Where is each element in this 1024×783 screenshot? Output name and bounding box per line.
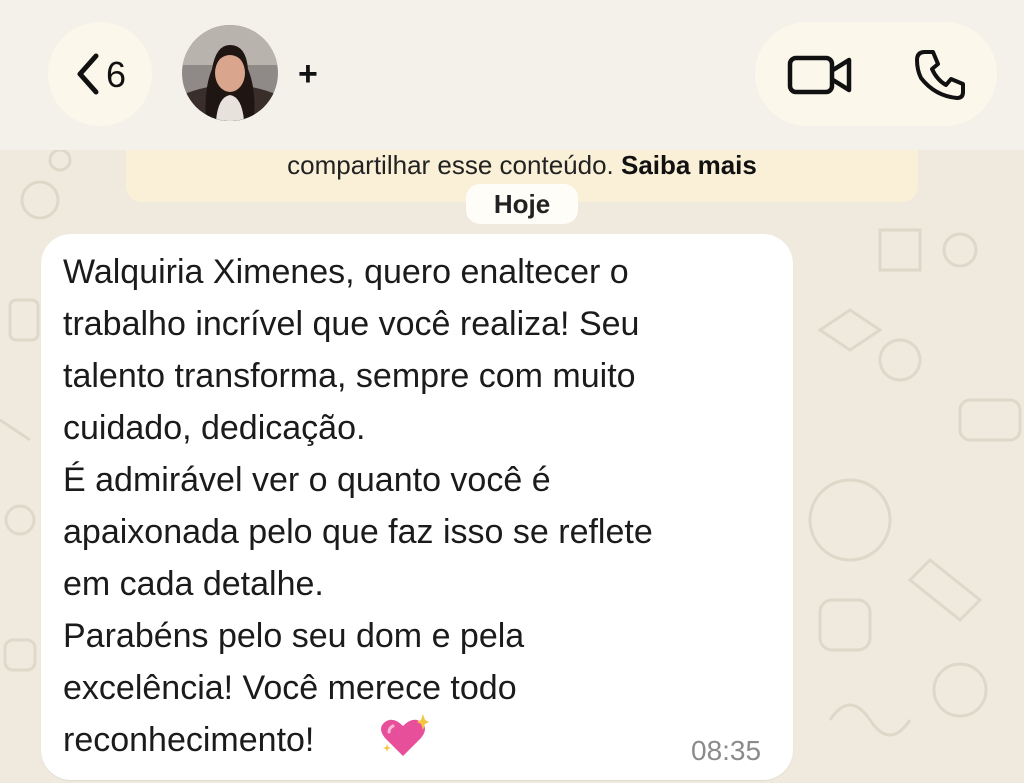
call-actions <box>755 22 997 126</box>
date-separator: Hoje <box>466 184 578 224</box>
message-line: cuidado, dedicação. <box>63 409 366 447</box>
learn-more-link[interactable]: Saiba mais <box>621 150 757 180</box>
back-button[interactable]: 6 <box>48 22 152 126</box>
message-line: em cada detalhe. <box>63 565 324 603</box>
message-line: trabalho incrível que você realiza! Seu <box>63 305 640 343</box>
avatar[interactable] <box>182 25 278 121</box>
message-line: É admirável ver o quanto você é <box>63 461 551 499</box>
message-line: apaixonada pelo que faz isso se reflete <box>63 513 653 551</box>
message-line: Parabéns pelo seu dom e pela <box>63 617 525 655</box>
message-timestamp: 08:35 <box>691 735 762 766</box>
message-line: excelência! Você merece todo <box>63 669 517 707</box>
message-bubble[interactable]: Walquiria Ximenes, quero enaltecer o tra… <box>41 234 793 780</box>
phone-icon[interactable] <box>913 48 967 102</box>
chevron-left-icon <box>77 53 99 95</box>
sparkling-heart-icon <box>381 714 429 756</box>
message-line: Walquiria Ximenes, quero enaltecer o <box>63 253 629 291</box>
video-camera-icon[interactable] <box>787 52 853 98</box>
chat-header: 6 + <box>0 0 1024 150</box>
unread-count: 6 <box>105 54 127 95</box>
add-participant-button[interactable]: + <box>298 54 318 94</box>
message-line: reconhecimento! <box>63 721 315 759</box>
message-line: talento transforma, sempre com muito <box>63 357 636 395</box>
notice-message: compartilhar esse conteúdo. <box>287 150 614 180</box>
notice-text: compartilhar esse conteúdo. Saiba mais <box>126 148 918 182</box>
